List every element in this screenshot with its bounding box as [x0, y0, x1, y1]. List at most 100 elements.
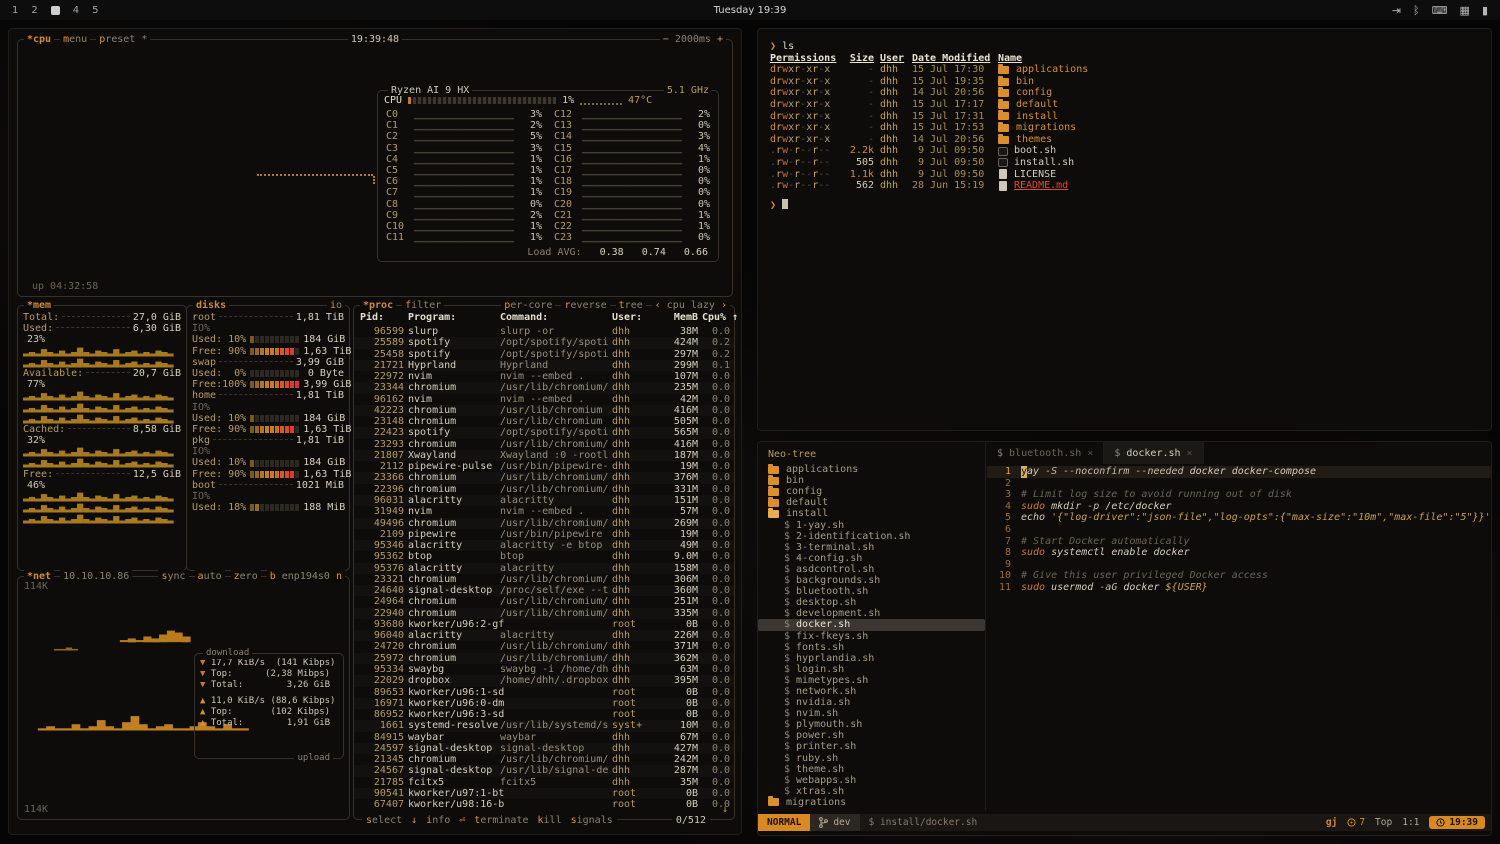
- process-row[interactable]: 2112pipewire-pulse/usr/bin/pipewire-dhh1…: [354, 461, 734, 472]
- process-row[interactable]: 24567signal-desktop/usr/lib/signal-dedhh…: [354, 765, 734, 776]
- process-row[interactable]: 23344chromium/usr/lib/chromium/dhh235M0.…: [354, 382, 734, 393]
- net-interface-switcher[interactable]: b enp194s0 n: [267, 570, 345, 583]
- neotree-item[interactable]: $backgrounds.sh: [758, 575, 985, 586]
- editor-line[interactable]: 6: [987, 524, 1491, 536]
- process-row[interactable]: 95376alacrittyalacrittydhh158M0.0: [354, 563, 734, 574]
- process-row[interactable]: 84915waybarwaybardhh67M0.0: [354, 732, 734, 743]
- proc-per-core-button[interactable]: per-core: [501, 299, 555, 312]
- neotree-item[interactable]: $asdcontrol.sh: [758, 564, 985, 575]
- neotree-item[interactable]: $power.sh: [758, 730, 985, 741]
- workspace-active[interactable]: [51, 6, 60, 15]
- editor-line[interactable]: 4sudo mkdir -p /etc/docker: [987, 501, 1491, 513]
- neotree-item[interactable]: $1-yay.sh: [758, 520, 985, 531]
- editor-area[interactable]: 1yay -S --noconfirm --needed docker dock…: [987, 466, 1491, 811]
- tab-close-icon[interactable]: ×: [1187, 448, 1193, 459]
- editor-line[interactable]: 10# Give this user privileged Docker acc…: [987, 570, 1491, 582]
- neotree-item[interactable]: default: [758, 497, 985, 508]
- footer-select-button[interactable]: select: [366, 815, 402, 826]
- bluetooth-icon[interactable]: ᛒ: [1413, 4, 1420, 17]
- editor-line[interactable]: 9: [987, 559, 1491, 571]
- workspace-button[interactable]: 5: [92, 5, 98, 16]
- sort-next-icon[interactable]: ›: [715, 300, 727, 311]
- process-row[interactable]: 23321chromium/usr/lib/chromium/dhh306M0.…: [354, 574, 734, 585]
- footer-key-icon[interactable]: ↓: [411, 815, 417, 826]
- neotree-item[interactable]: applications: [758, 464, 985, 475]
- logout-icon[interactable]: ⇥: [1392, 4, 1401, 17]
- terminal-prompt-line[interactable]: ❯: [758, 198, 1491, 210]
- workspace-button[interactable]: 4: [73, 5, 79, 16]
- process-table-header[interactable]: Pid:Program:Command:User:MemBCpu% ↑: [354, 312, 734, 323]
- process-row[interactable]: 22396chromium/usr/lib/chromium/dhh331M0.…: [354, 484, 734, 495]
- process-row[interactable]: 22423spotify/opt/spotify/spotidhh565M0.0: [354, 427, 734, 438]
- neotree-item[interactable]: $hyprlandia.sh: [758, 653, 985, 664]
- process-row[interactable]: 90541kworker/u97:1-btroot0B0.0: [354, 788, 734, 799]
- workspace-button[interactable]: 2: [31, 5, 37, 16]
- process-row[interactable]: 42223chromium/usr/lib/chromium .dhh416M0…: [354, 405, 734, 416]
- process-row[interactable]: 25589spotify/opt/spotify/spotidhh424M0.2: [354, 337, 734, 348]
- net-sync-button[interactable]: sync: [158, 570, 188, 583]
- interval-minus-button[interactable]: −: [663, 34, 669, 45]
- process-row[interactable]: 96040alacrittyalacrittydhh226M0.0: [354, 630, 734, 641]
- neotree-item[interactable]: config: [758, 486, 985, 497]
- process-row[interactable]: 24597signal-desktopsignal-desktopdhh427M…: [354, 743, 734, 754]
- process-row[interactable]: 67407kworker/u98:16-broot0B0.0: [354, 799, 734, 809]
- proc-col-header[interactable]: Program:: [408, 312, 496, 323]
- neotree-item[interactable]: $ruby.sh: [758, 753, 985, 764]
- neotree-item[interactable]: $nvidia.sh: [758, 697, 985, 708]
- footer-info-button[interactable]: info: [426, 815, 450, 826]
- process-row[interactable]: 95334swaybgswaybg -i /home/dhdhh63M0.0: [354, 664, 734, 675]
- neotree-item[interactable]: $bluetooth.sh: [758, 586, 985, 597]
- interval-plus-button[interactable]: +: [717, 34, 723, 45]
- process-row[interactable]: 25972chromium/usr/lib/chromium/dhh362M0.…: [354, 653, 734, 664]
- buffer-tab[interactable]: $bluetooth.sh×: [987, 442, 1104, 464]
- process-row[interactable]: 49496chromium/usr/lib/chromium/dhh269M0.…: [354, 518, 734, 529]
- neotree-item[interactable]: $printer.sh: [758, 741, 985, 752]
- process-row[interactable]: 22029dropbox/home/dhh/.dropboxdhh395M0.0: [354, 675, 734, 686]
- neotree-item[interactable]: $fonts.sh: [758, 642, 985, 653]
- process-row[interactable]: 21807XwaylandXwayland :0 -rootldhh187M0.…: [354, 450, 734, 461]
- neotree-item[interactable]: $network.sh: [758, 686, 985, 697]
- footer-signals-button[interactable]: signals: [571, 815, 613, 826]
- io-mode-button[interactable]: io: [327, 299, 345, 312]
- process-row[interactable]: 31949nvimnvim --embed .dhh57M0.0: [354, 506, 734, 517]
- process-row[interactable]: 95362btopbtopdhh9.0M0.0: [354, 551, 734, 562]
- process-row[interactable]: 89653kworker/u96:1-sdroot0B0.0: [354, 687, 734, 698]
- proc-col-header[interactable]: Pid:: [360, 312, 404, 323]
- sort-prev-icon[interactable]: ‹: [655, 300, 667, 311]
- scroll-down-icon[interactable]: ↓: [722, 804, 728, 815]
- process-row[interactable]: 96599slurpslurp -ordhh38M0.0: [354, 326, 734, 337]
- neotree-item[interactable]: $theme.sh: [758, 764, 985, 775]
- neotree-item[interactable]: $webapps.sh: [758, 775, 985, 786]
- preset-button[interactable]: preset *: [96, 33, 150, 46]
- terminal-window[interactable]: ❯ ls PermissionsSizeUserDate ModifiedNam…: [757, 28, 1492, 431]
- neotree-item[interactable]: $fix-fkeys.sh: [758, 631, 985, 642]
- battery-icon[interactable]: ▮: [1482, 4, 1488, 17]
- neotree-item[interactable]: migrations: [758, 797, 985, 808]
- neotree-item[interactable]: $4-config.sh: [758, 553, 985, 564]
- filter-button[interactable]: filter: [402, 299, 444, 312]
- process-row[interactable]: 1661systemd-resolve/usr/lib/systemd/ssys…: [354, 720, 734, 731]
- process-row[interactable]: 16971kworker/u96:0-dmroot0B0.0: [354, 698, 734, 709]
- editor-line[interactable]: 2: [987, 478, 1491, 490]
- process-row[interactable]: 23148chromium/usr/lib/chromium .dhh505M0…: [354, 416, 734, 427]
- tab-close-icon[interactable]: ×: [1087, 448, 1093, 459]
- neotree-item[interactable]: $nvim.sh: [758, 708, 985, 719]
- process-row[interactable]: 93680kworker/u96:2-gfroot0B0.0: [354, 619, 734, 630]
- proc-tree-button[interactable]: tree: [616, 299, 646, 312]
- process-row[interactable]: 95346alacrittyalacritty -e btopdhh49M0.0: [354, 540, 734, 551]
- process-row[interactable]: 24640signal-desktop/proc/self/exe --tdhh…: [354, 585, 734, 596]
- proc-col-header[interactable]: User:: [612, 312, 652, 323]
- editor-line[interactable]: 5echo '{"log-driver":"json-file","log-op…: [987, 512, 1491, 524]
- neotree-item[interactable]: install: [758, 508, 985, 519]
- footer-key-icon[interactable]: ⏎: [459, 815, 465, 826]
- footer-kill-button[interactable]: kill: [538, 815, 562, 826]
- neotree-item[interactable]: bin: [758, 475, 985, 486]
- process-row[interactable]: 21721HyprlandHyprlanddhh299M0.1: [354, 360, 734, 371]
- process-row[interactable]: 24720chromium/usr/lib/chromium/dhh371M0.…: [354, 641, 734, 652]
- next-interface-button[interactable]: n: [336, 571, 342, 582]
- keyboard-icon[interactable]: ⌨: [1432, 4, 1448, 17]
- buffer-tab[interactable]: $docker.sh×: [1104, 442, 1203, 464]
- process-row[interactable]: 22940chromium/usr/lib/chromium/dhh335M0.…: [354, 608, 734, 619]
- process-row[interactable]: 24964chromium/usr/lib/chromium/dhh251M0.…: [354, 596, 734, 607]
- editor-line[interactable]: 3# Limit log size to avoid running out o…: [987, 489, 1491, 501]
